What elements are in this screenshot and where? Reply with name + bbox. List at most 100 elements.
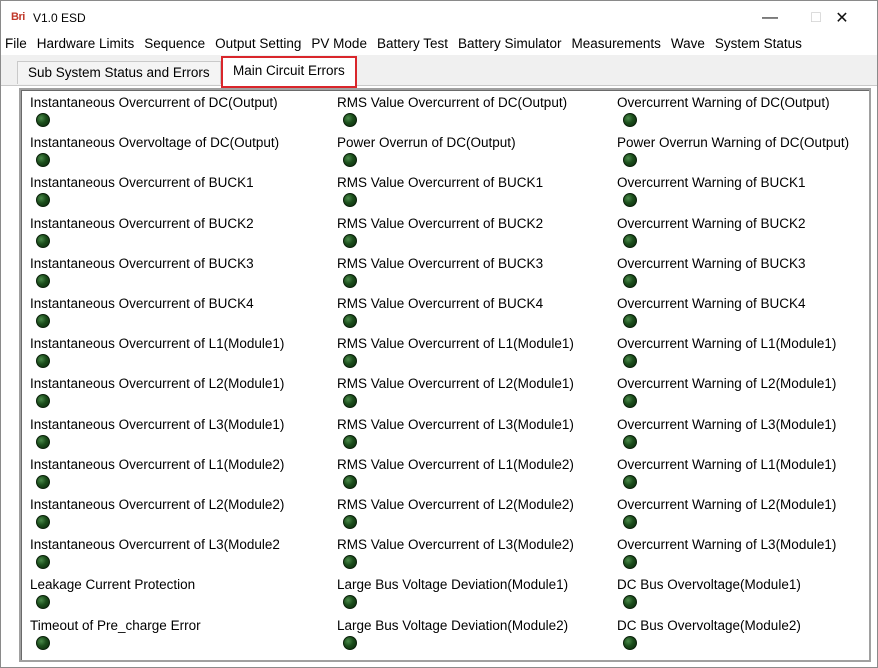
error-indicator: Overcurrent Warning of L2(Module1) — [617, 375, 836, 415]
status-led-icon — [36, 153, 50, 168]
status-led-icon — [623, 515, 637, 529]
error-indicator: RMS Value Overcurrent of L1(Module1) — [337, 335, 574, 375]
error-indicator: Leakage Current Protection — [30, 576, 195, 616]
menu-measurements[interactable]: Measurements — [567, 33, 666, 55]
menu-hardware-limits[interactable]: Hardware Limits — [32, 33, 140, 55]
error-label: Overcurrent Warning of BUCK1 — [617, 175, 806, 191]
menu-battery-simulator[interactable]: Battery Simulator — [453, 33, 567, 55]
error-label: RMS Value Overcurrent of L2(Module2) — [337, 497, 574, 512]
error-label: DC Bus Overvoltage(Module1) — [617, 577, 801, 593]
error-row: Instantaneous Overcurrent of L3(Module1)… — [21, 416, 869, 456]
status-led-icon — [623, 394, 637, 409]
error-label: RMS Value Overcurrent of L1(Module2) — [337, 456, 574, 472]
error-indicator: RMS Value Overcurrent of L1(Module2) — [337, 456, 574, 496]
window-title: V1.0 ESD — [33, 11, 86, 25]
error-label: Instantaneous Overcurrent of BUCK3 — [30, 255, 254, 271]
error-label: RMS Value Overcurrent of BUCK4 — [337, 296, 544, 311]
error-label: RMS Value Overcurrent of L1(Module1) — [337, 336, 574, 352]
error-indicator: RMS Value Overcurrent of BUCK2 — [337, 215, 543, 255]
status-led-icon — [623, 555, 637, 570]
error-indicator: RMS Value Overcurrent of L2(Module2) — [337, 496, 574, 536]
error-indicator: Large Bus Voltage Deviation(Module1) — [337, 576, 568, 616]
error-indicator: Instantaneous Overcurrent of BUCK2 — [30, 215, 254, 255]
error-label: Instantaneous Overcurrent of L2(Module2) — [30, 497, 285, 512]
error-label: RMS Value Overcurrent of L2(Module1) — [337, 376, 574, 392]
error-indicator: Timeout of Pre_charge Error — [30, 617, 201, 657]
error-label: Leakage Current Protection — [30, 577, 196, 593]
menu-system-status[interactable]: System Status — [710, 33, 807, 55]
error-label: RMS Value Overcurrent of L3(Module2) — [337, 537, 574, 553]
error-row: Instantaneous Overcurrent of L3(Module2 R… — [21, 536, 869, 576]
status-led-icon — [343, 394, 357, 409]
error-row: Instantaneous Overcurrent of L1(Module2)… — [21, 456, 869, 496]
main-circuit-errors-panel: Instantaneous Overcurrent of DC(Output) R… — [19, 88, 871, 662]
close-button[interactable]: ✕ — [819, 5, 865, 31]
menu-wave[interactable]: Wave — [666, 33, 710, 55]
error-indicator: Instantaneous Overcurrent of L1(Module1) — [30, 335, 284, 375]
error-indicator: RMS Value Overcurrent of L2(Module1) — [337, 375, 574, 415]
status-led-icon — [36, 434, 50, 449]
error-row: Instantaneous Overcurrent of L2(Module1)… — [21, 375, 869, 415]
tab-main-circuit-errors[interactable]: Main Circuit Errors — [221, 56, 357, 88]
error-row: Instantaneous Overcurrent of BUCK4 RMS Va… — [21, 295, 869, 335]
error-indicator: Instantaneous Overcurrent of BUCK4 — [30, 295, 254, 335]
status-led-icon — [36, 555, 50, 570]
status-led-icon — [623, 474, 637, 489]
error-label: Overcurrent Warning of BUCK2 — [617, 215, 806, 231]
error-label: RMS Value Overcurrent of BUCK1 — [337, 175, 544, 191]
status-led-icon — [36, 233, 50, 248]
menu-file[interactable]: File — [1, 33, 32, 55]
error-indicator: Overcurrent Warning of L3(Module1) — [617, 416, 836, 456]
error-label: Instantaneous Overcurrent of BUCK1 — [30, 175, 254, 191]
title-bar[interactable]: Bri V1.0 ESD — □ ✕ — [1, 1, 877, 33]
status-led-icon — [623, 434, 637, 449]
error-indicator: RMS Value Overcurrent of BUCK3 — [337, 255, 543, 295]
status-led-icon — [623, 153, 637, 168]
status-led-icon — [343, 113, 357, 127]
error-indicator: Overcurrent Warning of BUCK4 — [617, 295, 806, 335]
error-row: Instantaneous Overvoltage of DC(Output) P… — [21, 134, 869, 174]
error-row: Instantaneous Overcurrent of L2(Module2)… — [21, 496, 869, 536]
error-indicator: Instantaneous Overcurrent of L2(Module2) — [30, 496, 284, 536]
menu-bar: File Hardware Limits Sequence Output Set… — [1, 33, 877, 55]
error-indicator: Instantaneous Overcurrent of L3(Module1) — [30, 416, 284, 456]
error-row: Instantaneous Overcurrent of DC(Output) R… — [21, 94, 869, 134]
status-led-icon — [623, 113, 637, 127]
error-label: Instantaneous Overcurrent of BUCK4 — [30, 296, 254, 311]
error-indicator: Overcurrent Warning of BUCK2 — [617, 215, 806, 255]
error-indicator: Overcurrent Warning of L1(Module1) — [617, 335, 836, 375]
error-label: Power Overrun of DC(Output) — [337, 135, 516, 151]
error-label: Overcurrent Warning of BUCK4 — [617, 296, 806, 311]
error-label: Overcurrent Warning of L1(Module1) — [617, 336, 837, 352]
error-label: Instantaneous Overcurrent of L1(Module2) — [30, 456, 285, 472]
status-led-icon — [343, 153, 357, 168]
close-icon: ✕ — [835, 10, 849, 27]
error-label: DC Bus Overvoltage(Module2) — [617, 617, 801, 633]
error-indicator: RMS Value Overcurrent of BUCK1 — [337, 174, 543, 214]
error-indicator: Power Overrun Warning of DC(Output) — [617, 134, 849, 174]
error-indicator: Instantaneous Overcurrent of L1(Module2) — [30, 456, 284, 496]
error-indicator: Power Overrun of DC(Output) — [337, 134, 516, 174]
error-indicator: Instantaneous Overcurrent of BUCK1 — [30, 174, 254, 214]
error-label: Overcurrent Warning of L2(Module1) — [617, 497, 837, 512]
error-label: Instantaneous Overcurrent of L3(Module1) — [30, 416, 285, 432]
error-label: RMS Value Overcurrent of DC(Output) — [337, 95, 568, 110]
minimize-button[interactable]: — — [747, 5, 793, 31]
menu-pv-mode[interactable]: PV Mode — [306, 33, 372, 55]
menu-sequence[interactable]: Sequence — [139, 33, 210, 55]
error-indicator: Overcurrent Warning of DC(Output) — [617, 94, 830, 134]
error-label: Instantaneous Overcurrent of DC(Output) — [30, 95, 278, 110]
error-indicator: Instantaneous Overvoltage of DC(Output) — [30, 134, 279, 174]
menu-battery-test[interactable]: Battery Test — [372, 33, 453, 55]
error-indicator: RMS Value Overcurrent of DC(Output) — [337, 94, 567, 134]
error-label: RMS Value Overcurrent of BUCK2 — [337, 215, 544, 231]
error-indicator: Large Bus Voltage Deviation(Module2) — [337, 617, 568, 657]
error-indicator: Instantaneous Overcurrent of DC(Output) — [30, 94, 278, 134]
error-indicator: Overcurrent Warning of BUCK3 — [617, 255, 806, 295]
tab-sub-system-status[interactable]: Sub System Status and Errors — [17, 61, 221, 84]
menu-output-setting[interactable]: Output Setting — [210, 33, 306, 55]
status-led-icon — [343, 474, 357, 489]
error-indicator: Overcurrent Warning of L2(Module1) — [617, 496, 836, 536]
status-led-icon — [343, 233, 357, 248]
tab-strip: Sub System Status and Errors Main Circui… — [1, 55, 877, 88]
